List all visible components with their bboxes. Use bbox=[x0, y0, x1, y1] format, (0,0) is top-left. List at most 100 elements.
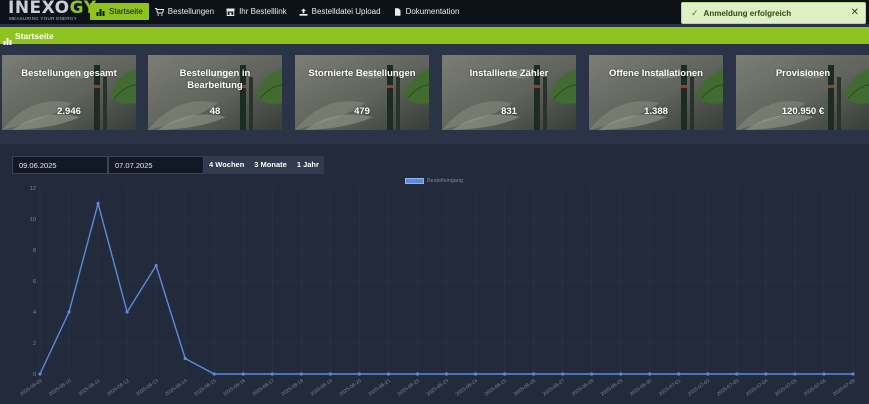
x-tick-label: 2025-06-24 bbox=[455, 378, 480, 398]
stat-card[interactable]: Offene Installationen 1.388 bbox=[589, 55, 723, 130]
x-tick-label: 2025-06-26 bbox=[513, 378, 538, 398]
data-point bbox=[357, 372, 361, 376]
data-point bbox=[532, 372, 536, 376]
card-value: 2.946 bbox=[57, 106, 81, 117]
card-value: 831 bbox=[501, 106, 517, 117]
legend-swatch bbox=[405, 178, 424, 184]
data-point bbox=[386, 372, 391, 376]
success-toast: ✓ Anmeldung erfolgreich ✕ bbox=[681, 2, 866, 24]
chart-icon bbox=[96, 8, 105, 16]
x-tick-label: 2025-06-10 bbox=[48, 378, 73, 398]
data-point bbox=[764, 372, 768, 376]
x-tick-label: 2025-07-05 bbox=[774, 378, 799, 398]
data-point bbox=[619, 372, 623, 376]
data-point bbox=[212, 372, 216, 376]
main-menu: Startseite Bestellungen Ihr Bestelllink Bes… bbox=[90, 3, 465, 20]
x-tick-label: 2025-07-03 bbox=[716, 378, 741, 398]
toast-message: Anmeldung erfolgreich bbox=[703, 8, 792, 18]
range-buttons: 4 Wochen 3 Monate 1 Jahr bbox=[204, 156, 324, 174]
data-point bbox=[677, 372, 681, 376]
data-point bbox=[125, 310, 129, 314]
stat-card[interactable]: Bestellungen in Bearbeitung 48 bbox=[148, 55, 282, 130]
y-tick-label: 0 bbox=[33, 372, 36, 378]
data-point bbox=[473, 372, 478, 376]
plant-background-image bbox=[442, 55, 576, 130]
data-point bbox=[735, 372, 739, 376]
close-icon[interactable]: ✕ bbox=[851, 7, 859, 19]
x-tick-label: 2025-06-14 bbox=[164, 378, 189, 398]
x-tick-label: 2025-06-27 bbox=[542, 378, 567, 398]
data-point bbox=[241, 372, 245, 376]
x-tick-label: 2025-06-29 bbox=[600, 378, 625, 398]
plant-background-image bbox=[589, 55, 723, 130]
date-filter: 4 Wochen3 Monate1 Jahr bbox=[12, 156, 324, 174]
stat-card[interactable]: Bestellungen gesamt 2.946 bbox=[2, 55, 136, 130]
card-title: Provisionen bbox=[775, 68, 831, 79]
x-tick-label: 2025-07-08 bbox=[832, 378, 857, 398]
y-tick-label: 2 bbox=[33, 341, 36, 347]
card-title: Bestellungen gesamt bbox=[21, 68, 117, 79]
card-title: Stornierte Bestellungen bbox=[308, 68, 416, 79]
data-point bbox=[706, 372, 710, 376]
data-point bbox=[822, 372, 826, 376]
store-icon bbox=[226, 8, 235, 16]
chart-legend[interactable]: Bestelleingang bbox=[405, 178, 463, 184]
page-title-bar: Startseite bbox=[0, 27, 869, 45]
plant-background-image bbox=[2, 55, 136, 130]
range-button[interactable]: 3 Monate bbox=[249, 156, 292, 174]
nav-item-startseite[interactable]: Startseite bbox=[90, 3, 149, 20]
chart-panel: 0 2 4 6 8 10 12 2025-06-09 2025-06-10 2025-06-11 2… bbox=[0, 144, 869, 404]
card-title: Bestellungen in Bearbeitung bbox=[179, 68, 251, 91]
document-icon bbox=[393, 7, 402, 16]
x-tick-label: 2025-06-30 bbox=[629, 378, 654, 398]
stat-card[interactable]: Installierte Zähler 831 bbox=[442, 55, 576, 130]
x-tick-label: 2025-06-22 bbox=[397, 378, 422, 398]
nav-item-label: Ihr Bestelllink bbox=[239, 7, 287, 16]
data-point bbox=[590, 372, 594, 376]
data-point bbox=[851, 372, 855, 376]
cart-icon bbox=[154, 7, 164, 16]
y-tick-label: 6 bbox=[33, 279, 36, 285]
chart-icon bbox=[3, 32, 12, 45]
y-tick-label: 12 bbox=[30, 186, 36, 192]
y-tick-label: 8 bbox=[33, 248, 36, 254]
x-tick-label: 2025-06-17 bbox=[251, 378, 276, 398]
range-button[interactable]: 1 Jahr bbox=[292, 156, 324, 174]
x-tick-label: 2025-06-11 bbox=[77, 378, 101, 397]
x-tick-label: 2025-06-20 bbox=[338, 378, 363, 398]
card-value: 120.950 € bbox=[781, 106, 825, 117]
upload-icon bbox=[299, 8, 308, 16]
x-tick-label: 2025-06-15 bbox=[193, 378, 218, 398]
data-point bbox=[154, 263, 158, 268]
logo-tagline: MEASURING YOUR ENERGY bbox=[9, 16, 77, 21]
nav-item-label: Bestellungen bbox=[167, 7, 215, 16]
range-button[interactable]: 4 Wochen bbox=[204, 156, 249, 174]
nav-item-bestelldatei-upload[interactable]: Bestelldatei Upload bbox=[293, 3, 387, 20]
x-tick-label: 2025-06-09 bbox=[19, 378, 44, 398]
nav-item-ihr-bestelllink[interactable]: Ihr Bestelllink bbox=[220, 3, 293, 20]
card-title: Offene Installationen bbox=[609, 68, 703, 79]
x-tick-label: 2025-06-13 bbox=[135, 378, 160, 398]
date-to-input[interactable] bbox=[108, 156, 204, 174]
plant-background-image bbox=[295, 55, 429, 130]
data-point bbox=[38, 372, 42, 376]
nav-item-bestellungen[interactable]: Bestellungen bbox=[149, 3, 220, 20]
data-point bbox=[299, 372, 303, 376]
card-value: 1.388 bbox=[644, 106, 668, 117]
data-point bbox=[502, 372, 507, 376]
x-tick-label: 2025-06-23 bbox=[426, 378, 451, 398]
nav-item-dokumentation[interactable]: Dokumentation bbox=[387, 3, 466, 20]
card-value: 479 bbox=[354, 106, 370, 117]
data-point bbox=[444, 372, 449, 376]
date-from-input[interactable] bbox=[12, 156, 108, 174]
stat-card[interactable]: Provisionen 120.950 € bbox=[736, 55, 869, 130]
x-tick-label: 2025-07-04 bbox=[745, 378, 770, 398]
logo-wordmark: INEXOGY bbox=[8, 0, 97, 18]
x-tick-label: 2025-07-06 bbox=[803, 378, 828, 398]
x-tick-label: 2025-06-25 bbox=[484, 378, 509, 398]
card-value: 48 bbox=[209, 106, 221, 117]
card-title: Installierte Zähler bbox=[469, 68, 549, 79]
stat-card[interactable]: Stornierte Bestellungen 479 bbox=[295, 55, 429, 130]
check-icon: ✓ bbox=[691, 7, 699, 18]
plant-background-image bbox=[148, 55, 282, 130]
